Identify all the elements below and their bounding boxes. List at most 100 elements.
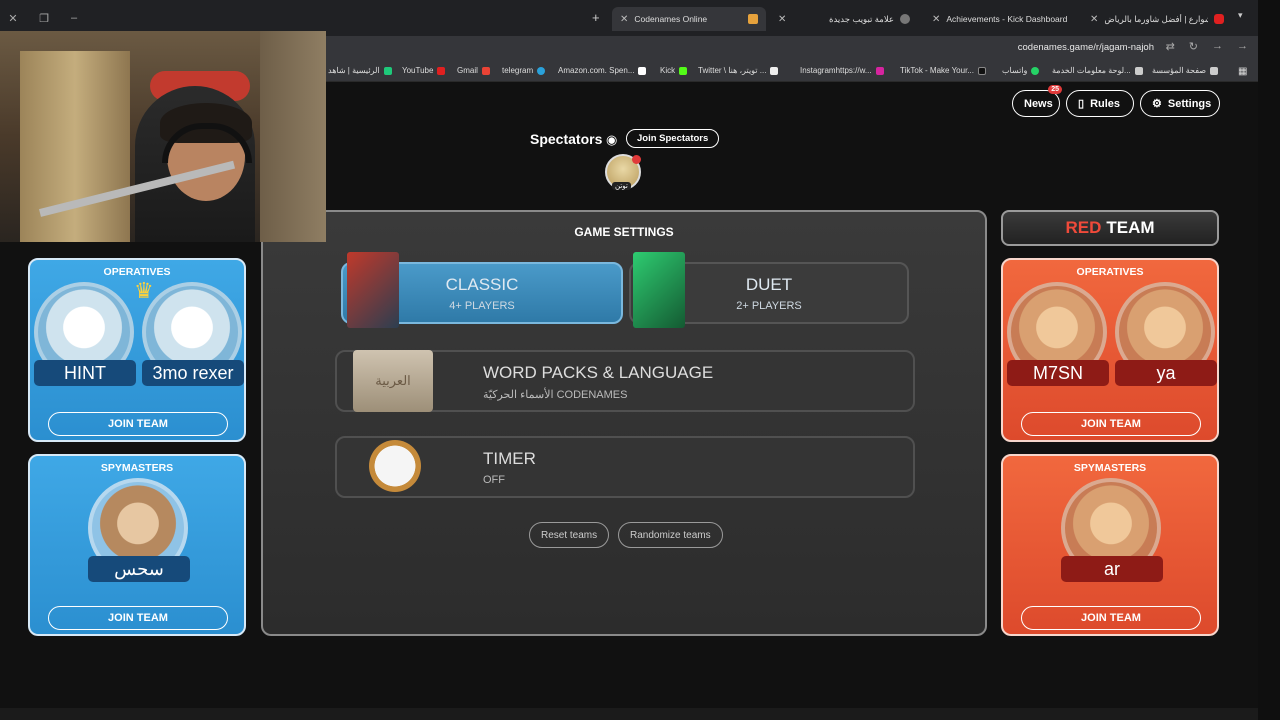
bookmark-youtube[interactable]: YouTube [402,66,446,75]
player-name: ar [1061,556,1163,582]
back-icon[interactable]: → [1237,40,1248,53]
bookmark-shahid[interactable]: الرئيسية | شاهد [328,66,392,75]
timer-label: TIMER [483,449,536,468]
player-name: سحس [88,556,190,582]
webcam-overlay [0,31,326,242]
reload-icon[interactable]: ↻ [1189,40,1198,53]
close-window-icon[interactable]: ✕ [2,12,24,25]
page-icon [1210,66,1219,75]
tab-label: أكل الشوارع | أفضل شاورما بالرياض [1104,13,1208,24]
bookmark-label: telegram [502,66,534,75]
join-team-label: JOIN TEAM [1081,418,1141,430]
tab-shawarma[interactable]: ✕ أكل الشوارع | أفضل شاورما بالرياض [1082,7,1232,31]
gear-icon: ⚙ [1152,98,1162,110]
bookmark-whatsapp[interactable]: واتساب [1002,66,1040,75]
join-team-button[interactable]: JOIN TEAM [48,412,228,436]
language-box-icon: العربية [353,350,433,412]
spectators-title: Spectators [530,131,603,147]
page-icon [1134,66,1143,75]
crown-icon: ♛ [134,278,154,303]
mode-sub: 4+ PLAYERS [449,300,515,312]
timer-option[interactable]: TIMER OFF [335,436,915,498]
join-spectators-label: Join Spectators [637,133,709,144]
bookmark-dashboard[interactable]: لوحة معلومات الخدمة... [1052,66,1143,75]
bookmark-tiktok[interactable]: TikTok - Make Your... [900,66,986,75]
close-tab-icon[interactable]: ✕ [778,14,786,25]
forward-icon[interactable]: → [1212,40,1223,53]
gmail-icon [481,66,490,75]
language-box-text: العربية [375,373,411,388]
bookmark-twitter[interactable]: Twitter \ تويتر، هنا ... [698,66,779,75]
tab-codenames[interactable]: ✕ Codenames Online [612,7,766,31]
stopwatch-icon [369,440,421,492]
restore-window-icon[interactable]: ❐ [33,12,55,25]
word-packs-sub: الأسماء الحركيّة CODENAMES [483,389,628,401]
tab-label: Achievements - Kick Dashboard [946,14,1068,24]
red-word: RED [1065,218,1102,237]
x-icon [770,66,779,75]
rules-label: Rules [1090,97,1121,110]
tab-kick[interactable]: ✕ Achievements - Kick Dashboard [924,7,1076,31]
panel-title: SPYMASTERS [1073,462,1147,474]
reset-teams-button[interactable]: Reset teams [529,522,610,548]
tab-label: علامة تبويب جديدة [828,13,894,24]
bookmark-gmail[interactable]: Gmail [457,66,490,75]
bookmark-instagram[interactable]: Instagramhttps://w... [800,66,884,75]
timer-sub: OFF [483,474,505,486]
team-word: TEAM [1106,218,1155,237]
player-name: 3mo rexer [142,360,244,386]
panel-title: OPERATIVES [103,266,171,278]
tab-label: Codenames Online [634,14,708,24]
word-packs-option[interactable]: العربية WORD PACKS & LANGUAGE الأسماء ال… [335,350,915,412]
randomize-teams-button[interactable]: Randomize teams [618,522,723,548]
player-name: HINT [34,360,136,386]
news-badge: 25 [1048,85,1062,94]
close-tab-icon[interactable]: ✕ [932,14,940,25]
bookmark-label: Gmail [457,66,478,75]
join-team-button[interactable]: JOIN TEAM [1021,412,1201,436]
join-team-button[interactable]: JOIN TEAM [48,606,228,630]
apps-grid-icon[interactable]: ▦ [1238,66,1247,77]
rules-button[interactable]: ▯ Rules [1066,90,1134,117]
blue-operatives-panel: OPERATIVES ♛ HINT 3mo rexer JOIN TEAM [28,258,246,442]
settings-button[interactable]: ⚙ Settings [1140,90,1220,117]
tab-search-chevron-icon[interactable]: ▾ [1238,10,1243,21]
tiktok-icon [977,66,986,75]
bookmark-label: Kick [660,66,676,75]
bookmark-label: واتساب [1002,66,1028,75]
duet-mode-option[interactable]: DUET 2+ PLAYERS [629,252,909,328]
kick-icon [679,66,688,75]
nav-icons: ⇄ ↻ → → [1166,40,1248,53]
shahid-icon [383,66,392,75]
bookmark-label: YouTube [402,66,434,75]
join-team-button[interactable]: JOIN TEAM [1021,606,1201,630]
randomize-teams-label: Randomize teams [630,529,711,541]
bookmark-telegram[interactable]: telegram [502,66,546,75]
classic-mode-option[interactable]: CLASSIC 4+ PLAYERS [341,252,623,328]
site-settings-icon[interactable]: ⇄ [1166,40,1175,53]
url-text[interactable]: codenames.game/r/jagam-najoh [1018,42,1154,53]
join-team-label: JOIN TEAM [108,418,168,430]
tab-new[interactable]: ✕ علامة تبويب جديدة [770,7,918,31]
bookmark-amazon[interactable]: Amazon.com. Spen... [558,66,647,75]
close-tab-icon[interactable]: ✕ [620,14,628,25]
new-tab-icon[interactable]: + [592,10,600,25]
chrome-favicon-icon [900,14,910,24]
screen-edge [1258,0,1280,720]
wardrobe-background [20,51,130,242]
codenames-favicon-icon [748,14,758,24]
telegram-icon [537,66,546,75]
news-button[interactable]: News 25 [1012,85,1062,117]
bookmark-org[interactable]: صفحة المؤسسة [1152,66,1219,75]
panel-title: SPYMASTERS [100,462,174,474]
minimize-window-icon[interactable]: – [63,12,85,24]
bookmark-label: Instagramhttps://w... [800,66,872,75]
mode-label: DUET [745,275,793,294]
spectator-badge-icon [632,155,641,164]
bookmark-kick[interactable]: Kick [660,66,688,75]
close-tab-icon[interactable]: ✕ [1090,14,1098,25]
join-spectators-button[interactable]: Join Spectators [626,129,720,148]
mode-label: CLASSIC [445,275,519,294]
spectator-name: توتن [612,182,631,190]
bookmark-label: Amazon.com. Spen... [558,66,635,75]
